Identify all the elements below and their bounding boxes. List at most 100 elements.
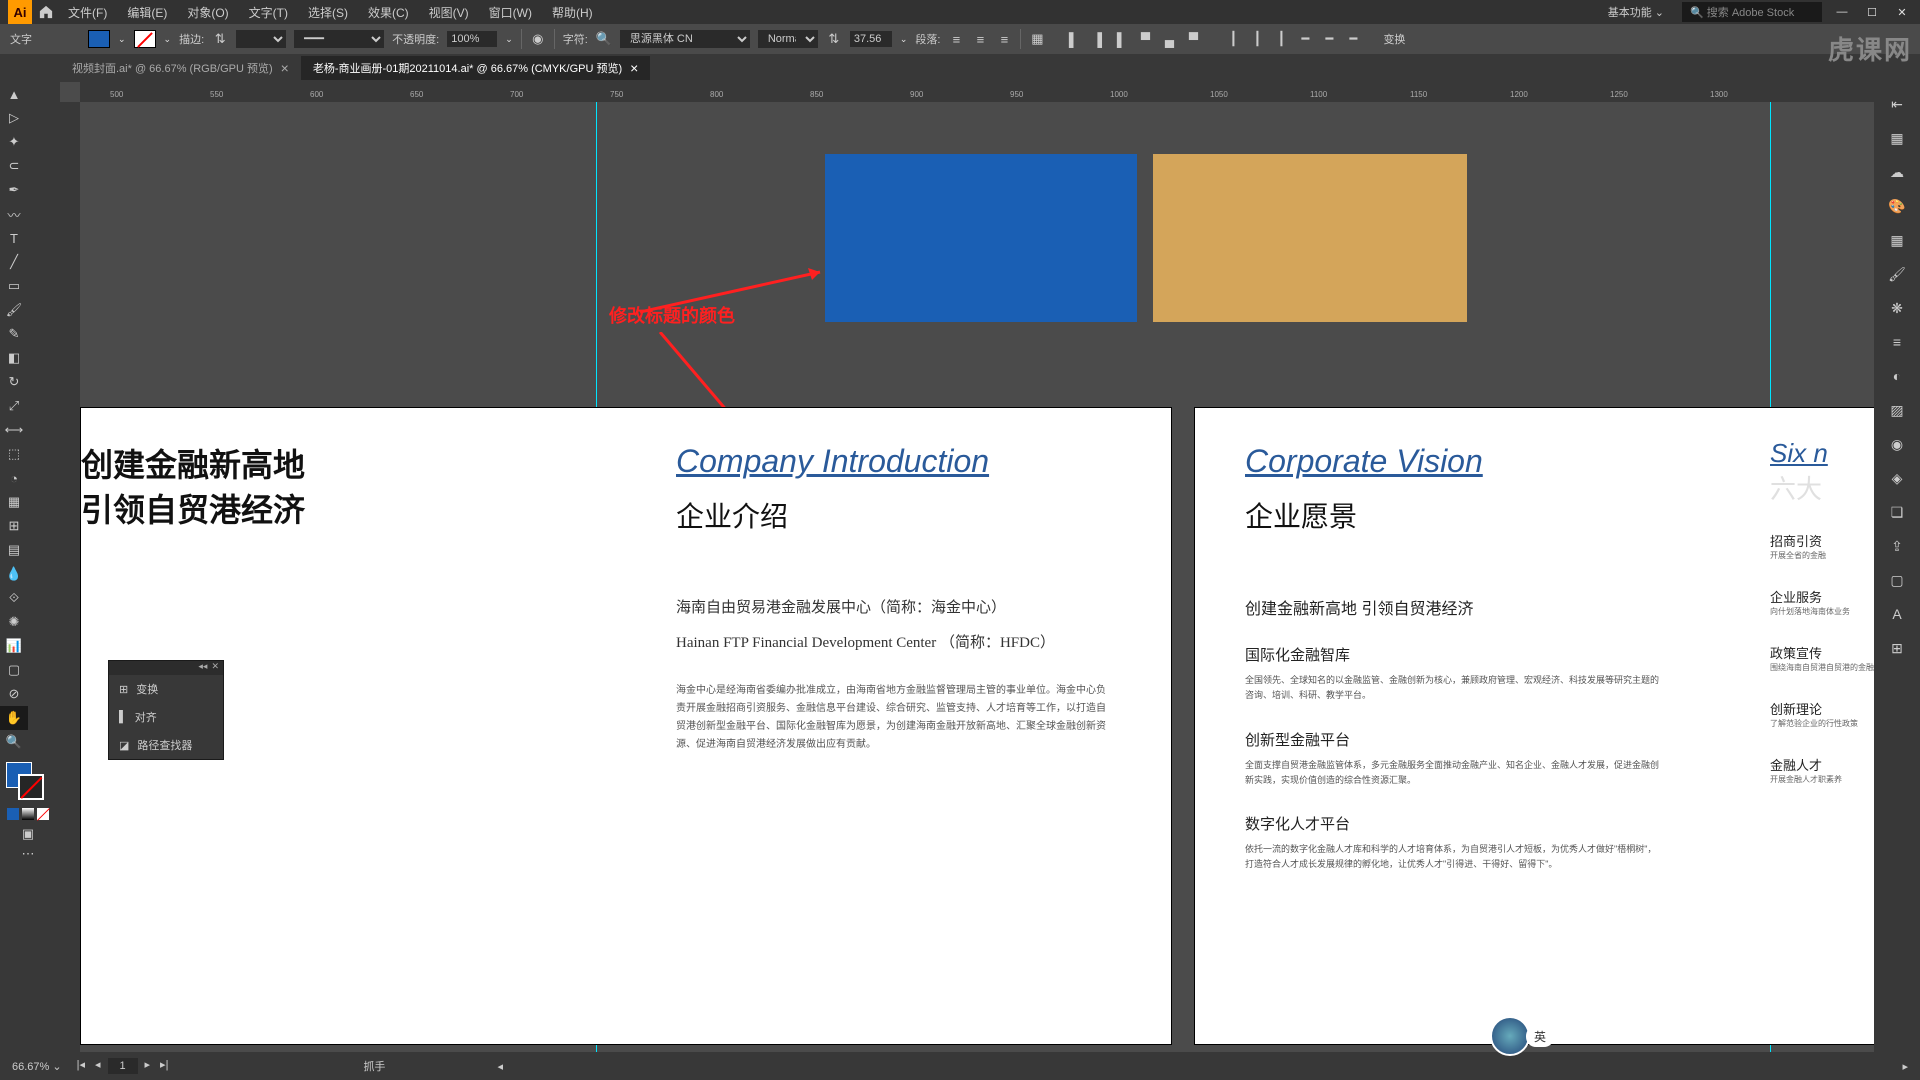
transform-label[interactable]: 变换	[1383, 31, 1405, 47]
font-size-input[interactable]	[850, 31, 892, 47]
align-center-icon[interactable]: ≡	[972, 31, 988, 47]
fill-swatch[interactable]	[88, 30, 110, 48]
dist-4[interactable]: ━	[1297, 31, 1313, 47]
page3-en-title[interactable]: Corporate Vision	[1245, 443, 1665, 480]
menu-file[interactable]: 文件(F)	[60, 2, 115, 23]
transparency-panel-icon[interactable]: ▨	[1885, 398, 1909, 422]
recolor-icon[interactable]: ◉	[530, 31, 546, 47]
hand-tool[interactable]: ✋	[0, 706, 28, 730]
artboard-number-input[interactable]	[108, 1058, 138, 1074]
next-artboard-button[interactable]: ▸	[142, 1058, 154, 1074]
close-icon[interactable]: ×	[281, 60, 289, 76]
stroke-profile-select[interactable]: ━━━	[294, 30, 384, 48]
expand-dock-icon[interactable]: ⇤	[1885, 92, 1909, 116]
canvas-workspace[interactable]: 500 550 600 650 700 750 800 850 900 950 …	[60, 82, 1874, 1052]
font-family-select[interactable]: 思源黑体 CN	[620, 30, 750, 48]
stroke-weight-select[interactable]	[236, 30, 286, 48]
workspace-switcher[interactable]: 基本功能 ⌄	[1600, 2, 1672, 22]
direct-selection-tool[interactable]: ▷	[0, 106, 28, 130]
width-tool[interactable]: ⟷	[0, 418, 28, 442]
dist-1[interactable]: ┃	[1225, 31, 1241, 47]
gradient-panel-icon[interactable]: ◐	[1885, 364, 1909, 388]
mesh-tool[interactable]: ⊞	[0, 514, 28, 538]
menu-effect[interactable]: 效果(C)	[360, 2, 417, 23]
stroke-swatch[interactable]	[134, 30, 156, 48]
paintbrush-tool[interactable]: 🖌	[0, 298, 28, 322]
align-obj-5[interactable]: ▄	[1161, 31, 1177, 47]
collapse-icon[interactable]: ◂◂	[198, 661, 207, 675]
gradient-tool[interactable]: ▤	[0, 538, 28, 562]
properties-panel-icon[interactable]: ▦	[1885, 126, 1909, 150]
artboard-tool[interactable]: ▢	[0, 658, 28, 682]
font-style-select[interactable]: Normal	[758, 30, 818, 48]
maximize-button[interactable]: ☐	[1862, 2, 1882, 22]
color-panel-icon[interactable]: 🎨	[1885, 194, 1909, 218]
brushes-panel-icon[interactable]: 🖌	[1885, 262, 1909, 286]
color-mode-icon[interactable]	[7, 808, 19, 820]
magic-wand-tool[interactable]: ✦	[0, 130, 28, 154]
stroke-stepper[interactable]: ⇅	[212, 31, 228, 47]
align-obj-3[interactable]: ▌	[1113, 31, 1129, 47]
dist-3[interactable]: ┃	[1273, 31, 1289, 47]
minimize-button[interactable]: —	[1832, 2, 1852, 22]
ime-language-badge[interactable]: 英	[1526, 1026, 1554, 1047]
line-tool[interactable]: ╱	[0, 250, 28, 274]
dist-2[interactable]: ┃	[1249, 31, 1265, 47]
canvas-area[interactable]: 修改标题的颜色 创建金融新高地 引领自贸港经济 Company Introduc…	[80, 102, 1874, 1052]
vertical-ruler[interactable]	[60, 102, 80, 1052]
rotate-tool[interactable]: ↻	[0, 370, 28, 394]
first-artboard-button[interactable]: |◂	[74, 1058, 88, 1074]
symbols-panel-icon[interactable]: ❋	[1885, 296, 1909, 320]
scroll-right-icon[interactable]: ▸	[1902, 1060, 1908, 1073]
last-artboard-button[interactable]: ▸|	[157, 1058, 171, 1074]
perspective-tool[interactable]: ▦	[0, 490, 28, 514]
align-obj-1[interactable]: ▌	[1065, 31, 1081, 47]
home-icon[interactable]	[36, 2, 56, 22]
menu-view[interactable]: 视图(V)	[421, 2, 477, 23]
dist-5[interactable]: ━	[1321, 31, 1337, 47]
horizontal-ruler[interactable]: 500 550 600 650 700 750 800 850 900 950 …	[80, 82, 1874, 102]
scroll-left-icon[interactable]: ◂	[497, 1060, 503, 1073]
doc-tab-2[interactable]: 老杨-商业画册-01期20211014.ai* @ 66.67% (CMYK/G…	[301, 56, 650, 80]
pen-tool[interactable]: ✒	[0, 178, 28, 202]
rectangle-tool[interactable]: ▭	[0, 274, 28, 298]
panel-item-align[interactable]: ▌对齐	[109, 703, 223, 731]
page2-en-title[interactable]: Company Introduction	[676, 443, 1106, 480]
asset-export-panel-icon[interactable]: ⇪	[1885, 534, 1909, 558]
curvature-tool[interactable]: 〰	[0, 202, 28, 226]
menu-edit[interactable]: 编辑(E)	[119, 2, 175, 23]
menu-select[interactable]: 选择(S)	[300, 2, 356, 23]
gradient-mode-icon[interactable]	[22, 808, 34, 820]
zoom-level[interactable]: 66.67% ⌄	[12, 1060, 62, 1073]
blue-color-swatch[interactable]	[825, 154, 1137, 322]
character-panel-icon[interactable]: A	[1885, 602, 1909, 626]
slice-tool[interactable]: ⊘	[0, 682, 28, 706]
artboard-1[interactable]: 创建金融新高地 引领自贸港经济 Company Introduction 企业介…	[80, 407, 1172, 1045]
fill-stroke-colors[interactable]	[0, 760, 56, 806]
close-icon[interactable]: ×	[630, 60, 638, 76]
screen-mode-icon[interactable]: ▣	[20, 826, 36, 842]
align-left-icon[interactable]: ≡	[948, 31, 964, 47]
tan-color-swatch[interactable]	[1153, 154, 1467, 322]
free-transform-tool[interactable]: ⬚	[0, 442, 28, 466]
artboard-2[interactable]: Corporate Vision 企业愿景 创建金融新高地 引领自贸港经济 国际…	[1194, 407, 1874, 1045]
symbol-tool[interactable]: ✺	[0, 610, 28, 634]
type-tool[interactable]: T	[0, 226, 28, 250]
eyedropper-tool[interactable]: 💧	[0, 562, 28, 586]
artboards-panel-icon[interactable]: ▢	[1885, 568, 1909, 592]
close-icon[interactable]: ✕	[211, 661, 219, 675]
shape-builder-tool[interactable]: ◔	[0, 466, 28, 490]
blend-tool[interactable]: ⟐	[0, 586, 28, 610]
graph-tool[interactable]: 📊	[0, 634, 28, 658]
graphic-styles-panel-icon[interactable]: ◈	[1885, 466, 1909, 490]
edit-toolbar-icon[interactable]: ⋯	[0, 842, 56, 866]
eraser-tool[interactable]: ◧	[0, 346, 28, 370]
none-mode-icon[interactable]	[37, 808, 49, 820]
layers-panel-icon[interactable]: ❏	[1885, 500, 1909, 524]
align-obj-2[interactable]: ▐	[1089, 31, 1105, 47]
shaper-tool[interactable]: ✎	[0, 322, 28, 346]
panel-item-pathfinder[interactable]: ◪路径查找器	[109, 731, 223, 759]
menu-help[interactable]: 帮助(H)	[544, 2, 601, 23]
align-obj-4[interactable]: ▀	[1137, 31, 1153, 47]
swatches-panel-icon[interactable]: ▦	[1885, 228, 1909, 252]
